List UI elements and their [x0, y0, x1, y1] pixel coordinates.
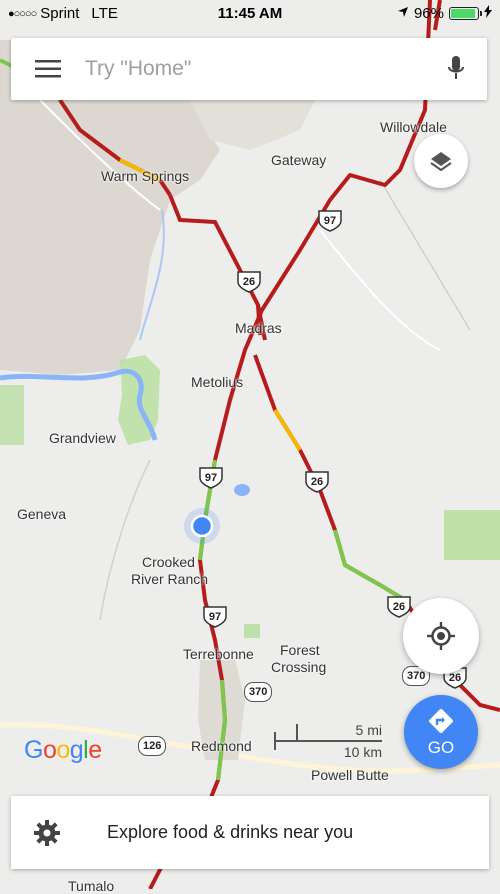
voice-search-button[interactable]	[425, 38, 487, 100]
place-label-powell-butte[interactable]: Powell Butte	[311, 767, 389, 783]
place-label-terrebonne[interactable]: Terrebonne	[183, 646, 254, 662]
hamburger-menu-icon[interactable]	[35, 59, 61, 79]
scale-miles-label: 5 mi	[355, 722, 382, 738]
location-arrow-icon	[397, 5, 409, 22]
or-370-shield: 370	[244, 682, 273, 702]
battery-percent: 96%	[413, 5, 444, 22]
status-right: 96%	[397, 5, 492, 22]
search-bar[interactable]: Try "Home"	[11, 38, 487, 100]
or-126-shield: 126	[138, 736, 167, 756]
place-label-gateway[interactable]: Gateway	[271, 152, 326, 168]
place-label-forest[interactable]: Forest	[280, 642, 320, 658]
menu-button[interactable]	[11, 38, 85, 100]
place-label-warm-springs[interactable]: Warm Springs	[101, 168, 189, 184]
us-97-shield: 97	[199, 467, 223, 489]
place-label-metolius[interactable]: Metolius	[191, 374, 243, 390]
my-location-button[interactable]	[403, 598, 479, 674]
google-logo: Google	[24, 736, 102, 764]
place-label-tumalo[interactable]: Tumalo	[68, 878, 114, 894]
map-scale: 5 mi 10 km	[272, 722, 382, 762]
us-26-shield: 26	[387, 596, 411, 618]
us-26-shield: 26	[237, 271, 261, 293]
place-label-willowdale[interactable]: Willowdale	[380, 119, 447, 135]
us-97-shield: 97	[203, 606, 227, 628]
directions-go-button[interactable]: GO	[404, 695, 478, 769]
go-label[interactable]: GO	[428, 738, 454, 758]
explore-icon-wrap	[11, 819, 83, 847]
status-bar: ●○○○○ Sprint LTE 11:45 AM 96%	[0, 0, 500, 28]
battery-level-fill	[451, 9, 475, 18]
place-label-crooked[interactable]: Crooked	[142, 554, 195, 570]
us-26-shield: 26	[305, 471, 329, 493]
place-label-grandview[interactable]: Grandview	[49, 430, 116, 446]
crosshair-icon[interactable]	[427, 622, 455, 650]
scale-line	[274, 740, 382, 742]
us-97-shield: 97	[318, 210, 342, 232]
scale-km-label: 10 km	[343, 744, 382, 760]
directions-icon[interactable]	[426, 706, 456, 736]
layers-icon[interactable]	[429, 149, 453, 173]
place-label-redmond[interactable]: Redmond	[191, 738, 252, 754]
place-label-madras[interactable]: Madras	[235, 320, 282, 336]
battery-icon	[449, 7, 482, 20]
explore-card[interactable]: Explore food & drinks near you	[11, 796, 489, 869]
scale-tick	[296, 724, 298, 740]
gear-icon	[34, 819, 60, 846]
place-label-geneva[interactable]: Geneva	[17, 506, 66, 522]
search-input[interactable]: Try "Home"	[85, 57, 425, 81]
place-label-river-ranch[interactable]: River Ranch	[131, 571, 208, 587]
charging-bolt-icon	[484, 5, 492, 22]
layers-button[interactable]	[414, 134, 468, 188]
place-label-crossing[interactable]: Crossing	[271, 659, 326, 675]
explore-label[interactable]: Explore food & drinks near you	[107, 822, 353, 843]
microphone-icon[interactable]	[447, 55, 465, 83]
